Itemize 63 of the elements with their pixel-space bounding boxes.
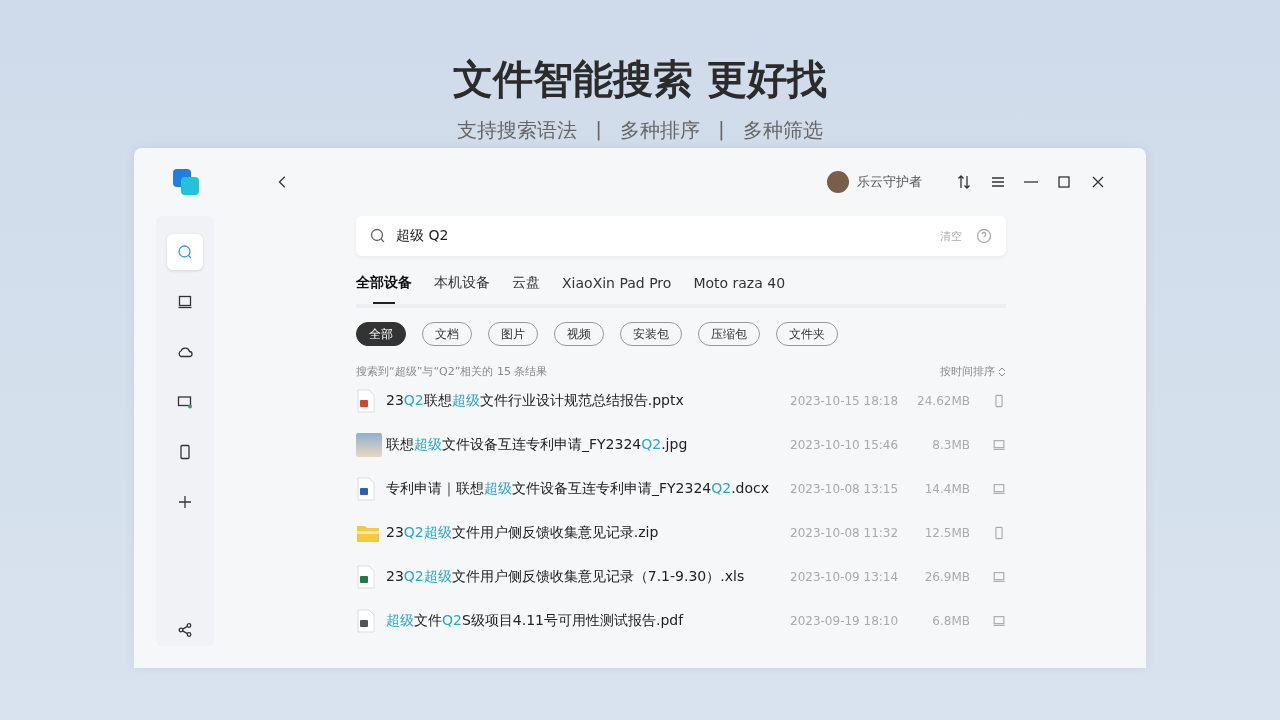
file-size: 8.3MB: [931, 438, 970, 452]
file-date: 2023-10-08 13:15: [790, 482, 900, 496]
user-name[interactable]: 乐云守护者: [857, 173, 922, 191]
device-tab[interactable]: XiaoXin Pad Pro: [562, 274, 672, 304]
file-date: 2023-10-09 13:14: [790, 570, 900, 584]
file-size: 6.8MB: [931, 614, 970, 628]
file-name[interactable]: 超级文件Q2S级项目4.11号可用性测试报告.pdf: [386, 612, 790, 630]
search-icon: [370, 228, 386, 244]
add-icon: [177, 494, 193, 510]
file-name[interactable]: 联想超级文件设备互连专利申请_FY2324Q2.jpg: [386, 436, 790, 454]
device-tab[interactable]: 本机设备: [434, 274, 490, 304]
result-summary: 搜索到“超级”与“Q2”相关的 15 条结果: [356, 364, 548, 379]
feature-label: 支持搜索语法: [457, 117, 578, 144]
file-date: 2023-10-10 15:46: [790, 438, 900, 452]
cloud-icon: [177, 344, 193, 360]
document-icon: [356, 565, 376, 589]
app-logo-icon: [170, 166, 202, 198]
file-name[interactable]: 23Q2超级文件用户侧反馈收集意见记录（7.1-9.30）.xls: [386, 568, 790, 586]
file-size: 14.4MB: [923, 482, 970, 496]
separator: |: [595, 117, 602, 143]
monitor-icon: [177, 394, 193, 410]
help-icon: [976, 228, 992, 244]
separator: |: [718, 117, 725, 143]
file-size: 12.5MB: [923, 526, 970, 540]
file-size: 26.9MB: [923, 570, 970, 584]
phone-icon: [177, 444, 193, 460]
sort-button[interactable]: 按时间排序: [940, 364, 1006, 379]
image-thumbnail: [356, 433, 382, 457]
share-icon: [177, 622, 193, 638]
document-icon: [356, 389, 376, 413]
document-icon: [356, 477, 376, 501]
device-tab[interactable]: 全部设备: [356, 274, 412, 304]
file-name[interactable]: 23Q2超级文件用户侧反馈收集意见记录.zip: [386, 524, 790, 542]
close-icon: [1090, 174, 1106, 190]
laptop-icon: [992, 482, 1006, 496]
file-date: 2023-09-19 18:10: [790, 614, 900, 628]
search-icon: [177, 244, 193, 260]
feature-label: 多种筛选: [742, 117, 823, 144]
avatar[interactable]: [827, 171, 849, 193]
device-tab[interactable]: Moto raza 40: [693, 274, 786, 304]
maximize-icon: [1056, 174, 1072, 190]
feature-label: 多种排序: [620, 117, 700, 144]
filter-chip[interactable]: 压缩包: [698, 322, 760, 346]
laptop-icon: [177, 294, 193, 310]
sort-arrows-icon: [956, 174, 972, 190]
sort-icon: [998, 366, 1006, 377]
menu-icon: [990, 174, 1006, 190]
headline: 文件智能搜索 更好找: [453, 55, 827, 104]
minimize-icon: [1024, 181, 1038, 183]
phone-icon: [992, 394, 1006, 408]
laptop-icon: [992, 438, 1006, 452]
search-field[interactable]: 超级 Q2 清空: [356, 216, 1006, 256]
laptop-icon: [992, 614, 1006, 628]
document-icon: [356, 609, 376, 633]
laptop-icon: [992, 570, 1006, 584]
device-tab[interactable]: 云盘: [512, 274, 540, 304]
file-name[interactable]: 专利申请｜联想超级文件设备互连专利申请_FY2324Q2.docx: [386, 480, 790, 498]
file-date: 2023-10-15 18:18: [790, 394, 900, 408]
phone-icon: [992, 526, 1006, 540]
file-date: 2023-10-08 11:32: [790, 526, 900, 540]
file-name[interactable]: 23Q2联想超级文件行业设计规范总结报告.pptx: [386, 392, 790, 410]
file-size: 24.62MB: [916, 394, 970, 408]
filter-chip[interactable]: 全部: [356, 322, 406, 346]
